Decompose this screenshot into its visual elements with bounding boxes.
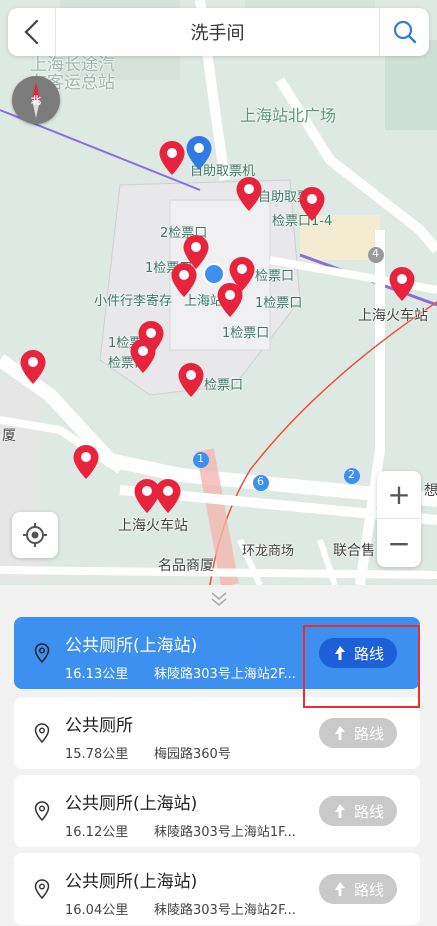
search-button[interactable] (379, 8, 429, 56)
route-button[interactable]: 路线 (319, 874, 397, 904)
map-label-luggage: 小件行李寄存 (94, 294, 173, 309)
road-number-4: 4 (372, 247, 379, 260)
result-distance: 15.78公里 (65, 747, 129, 762)
map-label-shanghai-station-bottom: 上海火车站 (118, 518, 188, 534)
toilet-pin-icon[interactable] (388, 266, 416, 302)
result-distance: 16.04公里 (65, 903, 129, 918)
route-highlight-box (303, 625, 420, 708)
route-label: 路线 (353, 724, 384, 743)
map-label-mingpin: 名品商厦 (158, 558, 214, 574)
location-pin-icon (34, 879, 50, 899)
map-label-xia: 厦 (2, 428, 16, 444)
map-label-gate-c: 检票口 (204, 378, 244, 393)
route-label: 路线 (353, 880, 384, 899)
route-button[interactable]: 路线 (319, 796, 397, 826)
zoom-out-button[interactable]: − (377, 519, 421, 567)
toilet-pin-icon[interactable] (235, 176, 263, 212)
route-arrow-icon (334, 726, 345, 740)
zoom-in-button[interactable]: + (377, 471, 421, 519)
self-ticket-poi-icon[interactable] (185, 135, 213, 171)
result-item[interactable]: 公共厕所(上海站) 16.04公里 秣陵路303号上海站2F... 路线 (14, 853, 420, 925)
search-query[interactable]: 洗手间 (56, 19, 379, 45)
result-name: 公共厕所(上海站) (65, 794, 198, 814)
map-label-gate-a: 检票口 (255, 269, 295, 284)
locate-icon (23, 523, 47, 547)
compass-button[interactable]: 北 (12, 76, 60, 124)
toilet-pin-icon[interactable] (72, 444, 100, 480)
toilet-pin-icon[interactable] (19, 349, 47, 385)
map-label-gate-1c: 1检票口 (222, 326, 270, 341)
toilet-pin-icon[interactable] (129, 338, 157, 374)
toilet-pin-icon[interactable] (298, 186, 326, 222)
result-name: 公共厕所 (65, 716, 133, 736)
map-view[interactable]: 1 6 2 4 上海长途汽 车客运总站 上海站北广场 自助取票机 自助取票 检票… (0, 0, 437, 585)
map-label-gate-1b: 1检票口 (255, 296, 303, 311)
result-distance: 16.13公里 (65, 667, 129, 682)
result-address: 秣陵路303号上海站1F... (154, 825, 296, 840)
toilet-pin-icon[interactable] (158, 140, 186, 176)
toilet-pin-icon[interactable] (177, 362, 205, 398)
location-pin-icon (34, 723, 50, 743)
result-item[interactable]: 公共厕所(上海站) 16.12公里 秣陵路303号上海站1F... 路线 (14, 775, 420, 847)
toilet-pin-icon[interactable] (170, 262, 198, 298)
map-label-north-square: 上海站北广场 (240, 106, 337, 125)
route-arrow-icon (334, 804, 345, 818)
map-label-shanghai-station-right: 上海火车站 (358, 308, 428, 324)
map-label-lianhe: 联合售 (333, 543, 375, 559)
result-name: 公共厕所(上海站) (65, 636, 198, 656)
result-name: 公共厕所(上海站) (65, 872, 198, 892)
result-address: 秣陵路303号上海站2F... (154, 667, 296, 682)
map-label-xiang: 想 (424, 483, 437, 499)
search-bar[interactable]: 洗手间 (8, 8, 429, 56)
toilet-pin-icon[interactable] (154, 478, 182, 514)
route-badge-2: 2 (348, 468, 355, 481)
back-button[interactable] (8, 8, 56, 56)
locate-button[interactable] (12, 512, 58, 558)
result-distance: 16.12公里 (65, 825, 129, 840)
route-arrow-icon (334, 882, 345, 896)
result-address: 秣陵路303号上海站2F... (154, 903, 296, 918)
zoom-controls: + − (377, 471, 421, 567)
double-chevron-down-icon (211, 592, 226, 606)
route-badge-1: 1 (197, 452, 204, 465)
route-badge-6: 6 (257, 475, 264, 488)
compass-north-label: 北 (31, 96, 41, 107)
map-label-huanlong: 环龙商场 (242, 544, 295, 559)
location-pin-icon (34, 643, 50, 663)
route-label: 路线 (353, 802, 384, 821)
search-icon (393, 20, 416, 44)
route-button[interactable]: 路线 (319, 718, 397, 748)
location-pin-icon (34, 801, 50, 821)
collapse-handle[interactable] (0, 585, 437, 613)
back-arrow-icon (23, 19, 38, 45)
result-address: 梅园路360号 (154, 747, 231, 762)
toilet-pin-icon[interactable] (216, 282, 244, 318)
